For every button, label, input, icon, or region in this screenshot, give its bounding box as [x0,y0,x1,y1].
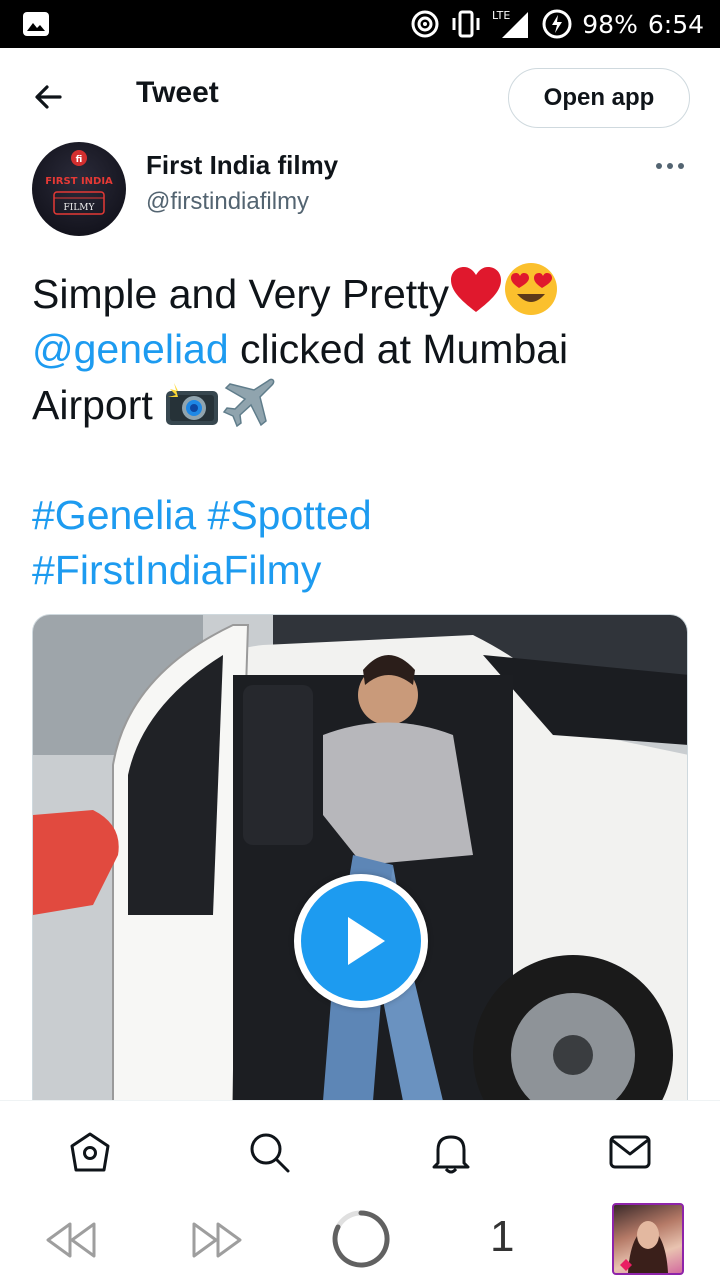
profile-thumbnail[interactable] [612,1203,684,1275]
svg-text:FILMY: FILMY [64,203,96,213]
svg-text:FIRST INDIA: FIRST INDIA [45,176,113,187]
video-preview-image [33,615,687,1100]
search-icon[interactable] [246,1129,292,1175]
page-title: Tweet [136,76,219,109]
profile-thumbnail-image [620,1221,668,1273]
loading-spinner-icon[interactable] [330,1208,392,1270]
messages-mail-icon[interactable] [607,1129,653,1175]
hotspot-icon [411,10,439,38]
svg-text:fi: fi [76,155,83,165]
svg-text:LTE: LTE [492,9,510,22]
tweet-line-2: @geneliad clicked at Mumbai [32,322,692,377]
mention-link[interactable]: @geneliad [32,326,229,372]
tweet-text-line3: Airport [32,382,165,428]
author-handle[interactable]: @firstindiafilmy [146,188,309,216]
tweet-body: Simple and Very Pretty @geneliad clicked… [32,262,692,598]
tweet-text-line2: clicked at Mumbai [228,326,569,372]
tweet-line-3: Airport [32,377,692,433]
camera-flash-icon [166,383,219,425]
open-app-button[interactable]: Open app [508,68,690,128]
red-heart-icon [451,267,502,312]
browser-forward-icon[interactable] [188,1218,244,1262]
vibrate-icon [452,10,480,38]
battery-saver-icon [542,9,572,39]
notifications-bell-icon[interactable] [428,1129,474,1175]
battery-percent: 98% [582,9,638,39]
author-name[interactable]: First India filmy [146,150,338,181]
status-bar: LTE 98% 6:54 [0,0,720,48]
gallery-notification-icon [23,12,49,36]
video-play-button[interactable] [294,874,428,1008]
back-arrow-icon[interactable] [30,78,68,116]
first-india-filmy-logo: fi FIRST INDIA FILMY [45,150,113,215]
airplane-icon [222,378,275,427]
signal-lte-icon: LTE [492,9,529,38]
tweet-hashtags-line-2: #FirstIndiaFilmy [32,543,692,598]
more-options-icon[interactable] [654,156,686,176]
tweet-text-line1: Simple and Very Pretty [32,271,450,317]
hashtag-firstindiafilmy[interactable]: #FirstIndiaFilmy [32,547,321,593]
tweet-header: Tweet Open app [0,48,720,144]
bottom-navigation [0,1100,720,1200]
video-thumbnail[interactable] [32,614,688,1100]
tweet-line-1: Simple and Very Pretty [32,262,692,322]
clock: 6:54 [647,9,704,39]
tab-count[interactable]: 1 [490,1212,514,1262]
browser-back-icon[interactable] [44,1218,100,1262]
hashtag-genelia[interactable]: #Genelia [32,492,196,538]
home-icon[interactable] [67,1129,113,1175]
heart-eyes-emoji-icon [505,263,558,315]
tweet-hashtags-line-1: #Genelia #Spotted [32,488,692,543]
play-icon [348,917,385,965]
hashtag-spotted[interactable]: #Spotted [208,492,372,538]
author-avatar[interactable]: fi FIRST INDIA FILMY [32,142,126,236]
